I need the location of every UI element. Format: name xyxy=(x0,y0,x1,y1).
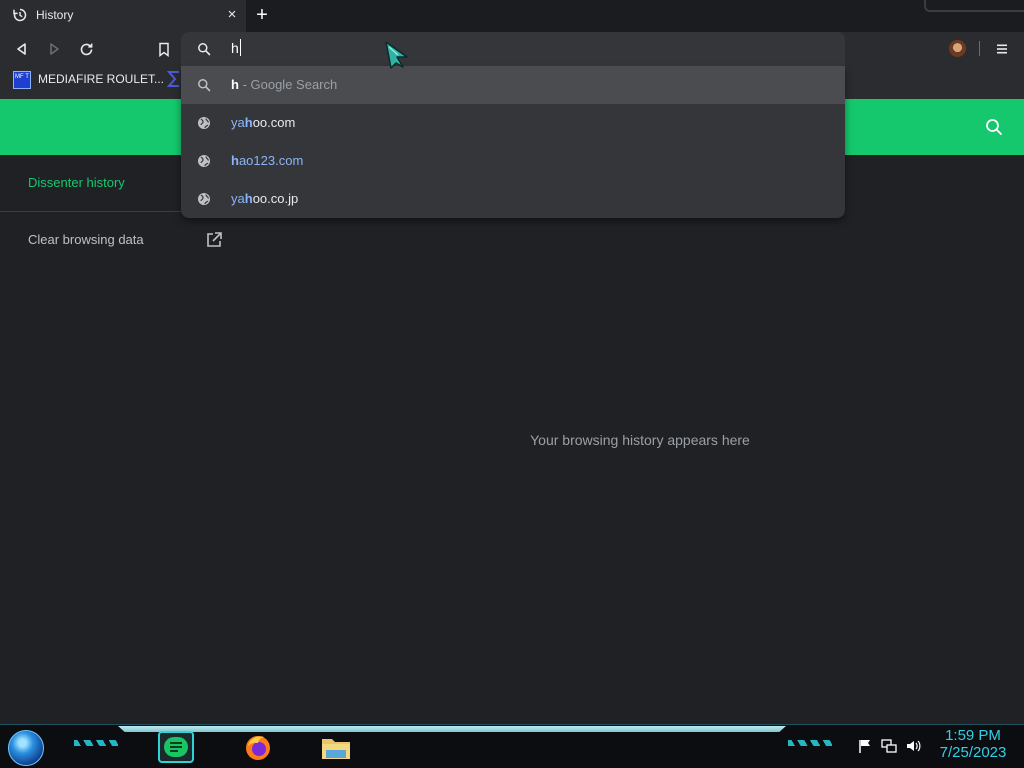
start-button[interactable] xyxy=(8,730,44,766)
globe-icon xyxy=(197,154,211,168)
clock-time: 1:59 PM xyxy=(945,727,1001,744)
reload-icon[interactable] xyxy=(76,39,96,59)
taskbar-glow-right xyxy=(788,740,832,746)
suggestion-url[interactable]: yahoo.com xyxy=(181,104,845,142)
flag-icon[interactable] xyxy=(857,738,873,754)
suggestion-url-prefix: ya xyxy=(231,115,245,130)
bookmark-sigma-icon[interactable] xyxy=(166,70,181,88)
sidebar-divider xyxy=(0,211,181,212)
taskbar-decoration xyxy=(118,726,786,732)
suggestion-url-prefix: ya xyxy=(231,191,245,206)
omnibox-suggestions: h - Google Search yahoo.com hao123.com y… xyxy=(181,66,845,218)
back-arrow-icon[interactable] xyxy=(12,39,32,59)
file-explorer-icon[interactable] xyxy=(318,731,354,763)
mediafire-favicon: MF T xyxy=(13,71,31,89)
taskbar-glow-left xyxy=(74,740,118,746)
clock-date: 7/25/2023 xyxy=(939,744,1007,761)
tab-strip: History × + xyxy=(0,0,1024,32)
suggestion-match: h xyxy=(244,191,253,206)
search-icon[interactable] xyxy=(984,117,1004,137)
suggestion-text: yahoo.co.jp xyxy=(231,191,298,206)
tab-title: History xyxy=(36,8,74,22)
firefox-icon[interactable] xyxy=(240,731,276,763)
sidebar-item-dissenter-history[interactable]: Dissenter history xyxy=(28,175,125,190)
mouse-cursor-icon xyxy=(383,40,411,70)
suggestion-url[interactable]: hao123.com xyxy=(181,142,845,180)
empty-history-message: Your browsing history appears here xyxy=(530,432,750,448)
suggestion-text: yahoo.com xyxy=(231,115,295,130)
system-clock[interactable]: 1:59 PM 7/25/2023 xyxy=(928,727,1018,761)
globe-icon xyxy=(197,116,211,130)
profile-avatar[interactable] xyxy=(949,40,966,57)
suggestion-url-rest: oo.com xyxy=(252,115,296,130)
tab-close-icon[interactable]: × xyxy=(224,6,240,24)
suggestion-url-rest: oo.co.jp xyxy=(252,191,299,206)
suggestion-match: h xyxy=(231,153,239,168)
window-frame-decoration xyxy=(924,0,1024,12)
suggestion-match: h xyxy=(231,77,239,92)
suggestion-description: - Google Search xyxy=(238,77,338,92)
bookmark-icon[interactable] xyxy=(154,39,174,59)
address-bar[interactable]: h xyxy=(181,32,845,66)
notes-app-icon[interactable] xyxy=(158,731,194,763)
suggestion-match: h xyxy=(244,115,253,130)
network-icon[interactable] xyxy=(881,738,897,754)
search-icon xyxy=(197,42,211,56)
menu-icon[interactable] xyxy=(992,39,1012,59)
suggestion-google-search[interactable]: h - Google Search xyxy=(181,66,845,104)
toolbar-divider xyxy=(979,41,980,56)
volume-icon[interactable] xyxy=(905,738,921,754)
address-bar-input[interactable]: h xyxy=(231,40,239,56)
globe-icon xyxy=(197,192,211,206)
new-tab-button[interactable]: + xyxy=(252,5,272,25)
bookmark-mediafire-roulette[interactable]: MEDIAFIRE ROULET... xyxy=(38,72,164,86)
search-icon xyxy=(197,78,211,92)
suggestion-text: hao123.com xyxy=(231,153,303,168)
suggestion-url-rest: ao123.com xyxy=(238,153,304,168)
forward-arrow-icon[interactable] xyxy=(44,39,64,59)
tab-history[interactable]: History × xyxy=(0,0,246,32)
open-in-new-icon[interactable] xyxy=(205,231,223,249)
suggestion-url[interactable]: yahoo.co.jp xyxy=(181,180,845,218)
sidebar-item-clear-browsing-data[interactable]: Clear browsing data xyxy=(28,232,144,247)
history-icon xyxy=(13,8,27,22)
suggestion-text: h - Google Search xyxy=(231,77,337,92)
text-caret xyxy=(240,39,241,56)
